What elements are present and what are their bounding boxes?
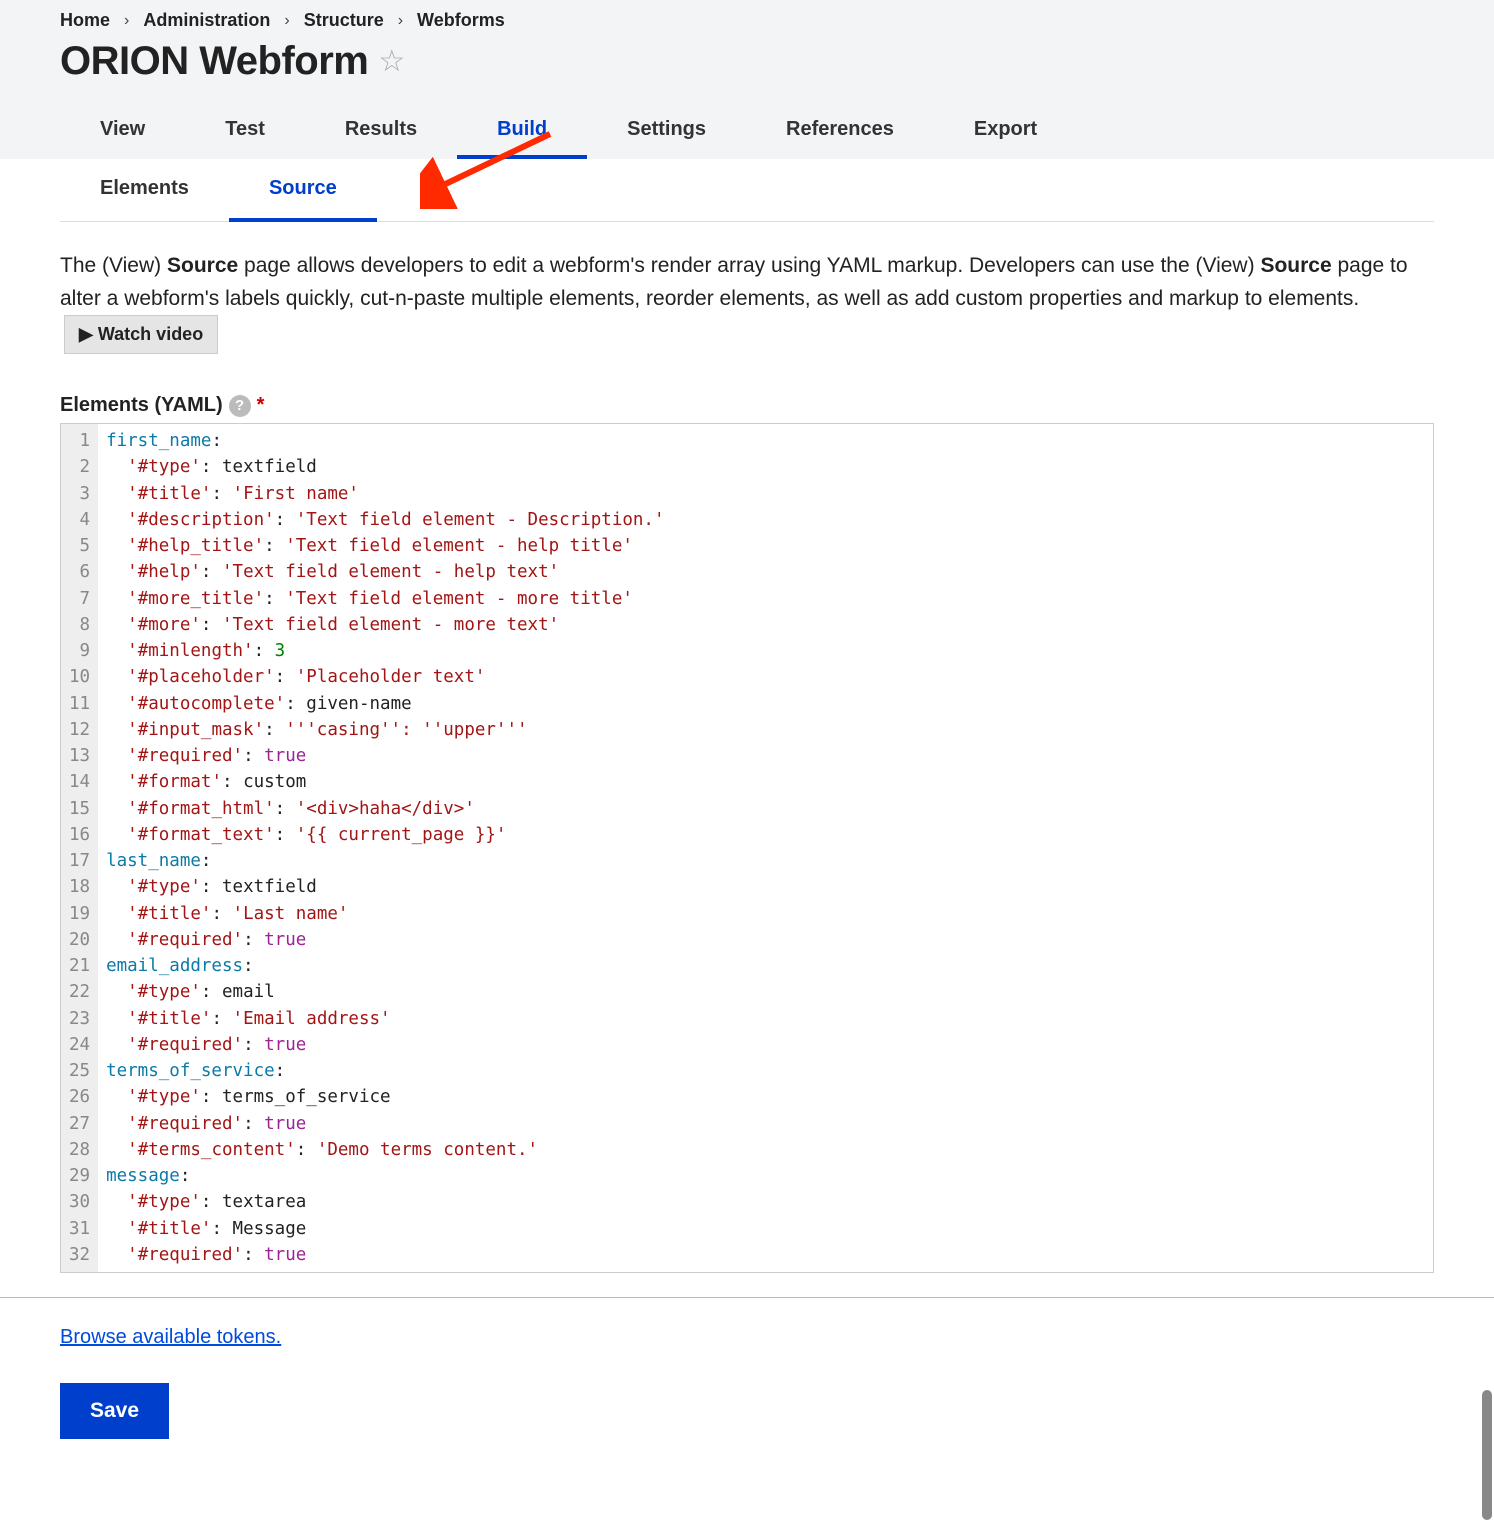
chevron-right-icon: › [284,12,289,30]
watch-video-button[interactable]: ▶ Watch video [64,315,218,354]
tab-export[interactable]: Export [934,104,1077,159]
sub-tabs: ElementsSource [60,159,1434,222]
breadcrumb-webforms[interactable]: Webforms [417,10,505,31]
yaml-editor[interactable]: 1234567891011121314151617181920212223242… [60,423,1434,1273]
page-title: ORION Webform [60,39,368,84]
tab-settings[interactable]: Settings [587,104,746,159]
breadcrumb-administration[interactable]: Administration [143,10,270,31]
breadcrumb-home[interactable]: Home [60,10,110,31]
tab-results[interactable]: Results [305,104,457,159]
code-area[interactable]: first_name: '#type': textfield '#title':… [98,424,1433,1272]
breadcrumb: Home › Administration › Structure › Webf… [60,10,1434,31]
subtab-source[interactable]: Source [229,159,377,222]
tab-build[interactable]: Build [457,104,587,159]
browse-tokens-link[interactable]: Browse available tokens. [60,1326,281,1348]
star-icon[interactable]: ☆ [378,44,405,79]
yaml-label: Elements (YAML) [60,394,223,417]
chevron-right-icon: › [124,12,129,30]
tab-test[interactable]: Test [185,104,305,159]
chevron-right-icon: › [398,12,403,30]
primary-tabs: ViewTestResultsBuildSettingsReferencesEx… [60,104,1434,159]
subtab-elements[interactable]: Elements [60,159,229,222]
tab-view[interactable]: View [60,104,185,159]
line-number-gutter: 1234567891011121314151617181920212223242… [61,424,98,1272]
page-description: The (View) Source page allows developers… [60,250,1434,354]
scrollbar-thumb[interactable] [1482,1390,1492,1520]
required-indicator: * [257,394,265,417]
help-icon[interactable]: ? [229,395,251,417]
save-button[interactable]: Save [60,1383,169,1439]
tab-references[interactable]: References [746,104,934,159]
breadcrumb-structure[interactable]: Structure [304,10,384,31]
